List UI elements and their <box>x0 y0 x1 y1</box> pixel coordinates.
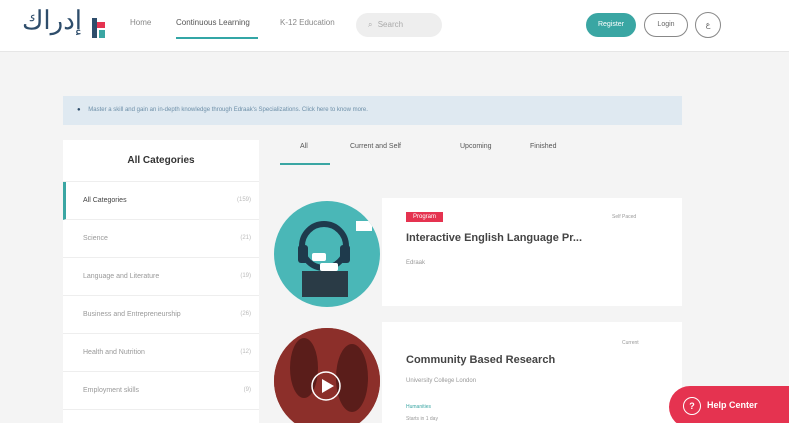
category-business[interactable]: Business and Entrepreneurship (26) <box>63 296 259 334</box>
category-label: Employment skills <box>83 387 140 394</box>
course-title[interactable]: Interactive English Language Pr... <box>406 232 582 244</box>
category-count: (159) <box>236 197 251 203</box>
nav-continuous-learning[interactable]: Continuous Learning <box>176 18 250 27</box>
nav-active-underline <box>176 37 258 39</box>
nav-k12-education[interactable]: K-12 Education <box>280 18 335 27</box>
tab-upcoming[interactable]: Upcoming <box>460 143 492 150</box>
tab-all[interactable]: All <box>300 143 308 150</box>
language-toggle-button[interactable]: ع <box>695 12 721 38</box>
category-science[interactable]: Science (21) <box>63 220 259 258</box>
tab-finished[interactable]: Finished <box>530 143 556 150</box>
category-label: All Categories <box>83 197 127 204</box>
category-label: Business and Entrepreneurship <box>83 311 181 318</box>
course-thumbnail[interactable] <box>274 201 380 307</box>
course-provider: Edraak <box>406 260 426 266</box>
categories-sidebar: All Categories All Categories (159) Scie… <box>63 140 259 423</box>
course-start-date: Starts in 1 day <box>406 416 438 422</box>
program-badge: Program <box>406 212 444 222</box>
edraak-logo[interactable]: إدراك <box>22 6 118 44</box>
category-all[interactable]: All Categories (159) <box>63 182 259 220</box>
category-count: (26) <box>240 311 251 317</box>
course-card[interactable]: Current Community Based Research Univers… <box>382 322 682 423</box>
search-icon: ⌕ <box>368 20 373 29</box>
question-mark-icon: ? <box>683 397 701 415</box>
course-thumbnail[interactable] <box>274 328 380 423</box>
category-health[interactable]: Health and Nutrition (12) <box>63 334 259 372</box>
course-pace: Current <box>622 340 639 346</box>
category-count: (9) <box>243 387 251 393</box>
category-count: (21) <box>240 235 251 241</box>
specializations-banner[interactable]: ● Master a skill and gain an in-depth kn… <box>63 96 682 125</box>
course-title[interactable]: Community Based Research <box>406 354 555 366</box>
category-count: (19) <box>240 273 251 279</box>
register-button[interactable]: Register <box>586 13 636 37</box>
course-pace: Self Paced <box>612 214 637 220</box>
search-placeholder: Search <box>377 20 404 29</box>
community-photo-icon <box>274 328 380 423</box>
course-category-link[interactable]: Humanities <box>406 404 431 410</box>
category-label: Science <box>83 235 108 242</box>
category-label: Health and Nutrition <box>83 349 145 356</box>
help-center-label: Help Center <box>707 400 758 410</box>
headphones-illustration-icon <box>298 221 372 297</box>
course-provider: University College London <box>406 378 477 384</box>
help-center-button[interactable]: ? Help Center <box>669 386 789 423</box>
search-input[interactable]: ⌕ Search <box>356 13 442 37</box>
course-card[interactable]: Program Self Paced Interactive English L… <box>382 198 682 306</box>
banner-text: Master a skill and gain an in-depth know… <box>88 107 368 113</box>
logo-text: إدراك <box>22 6 83 36</box>
tab-current-and-self[interactable]: Current and Self <box>350 143 401 150</box>
login-button[interactable]: Login <box>644 13 688 37</box>
category-label: Language and Literature <box>83 273 160 280</box>
tab-active-underline <box>280 163 330 165</box>
category-count: (12) <box>240 349 251 355</box>
categories-title: All Categories <box>63 140 259 182</box>
category-language[interactable]: Language and Literature (19) <box>63 258 259 296</box>
nav-home[interactable]: Home <box>130 18 151 27</box>
category-employment[interactable]: Employment skills (9) <box>63 372 259 410</box>
pin-icon: ● <box>77 107 81 113</box>
header: إدراك Home Continuous Learning K-12 Educ… <box>0 0 789 52</box>
